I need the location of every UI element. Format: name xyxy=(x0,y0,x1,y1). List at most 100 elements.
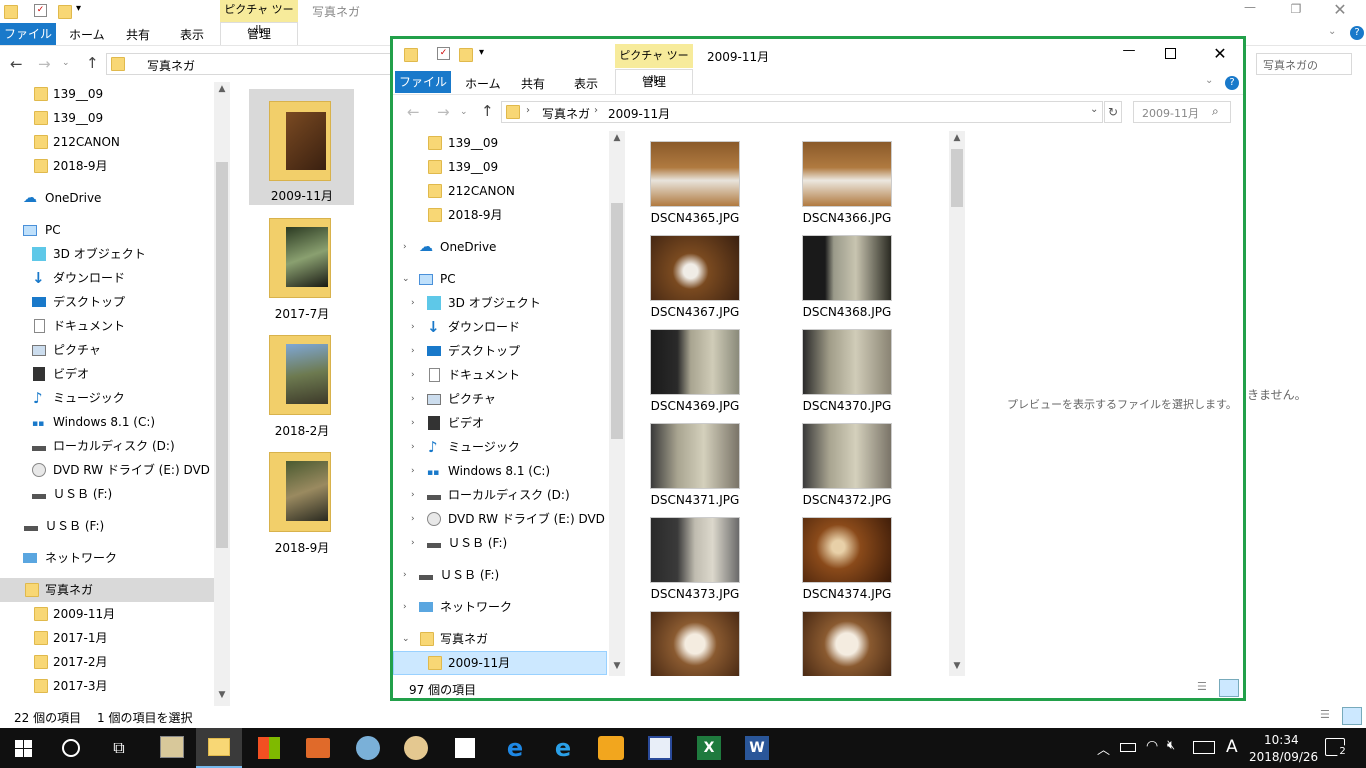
front-tab-home[interactable]: ホーム xyxy=(465,75,501,92)
expand-chevron-icon[interactable]: › xyxy=(411,363,415,387)
file-item[interactable]: DSCN4369.JPG xyxy=(633,319,783,413)
tree-item[interactable]: ▪▪ Windows 8.1 (C:) xyxy=(0,410,214,434)
file-item[interactable]: DSCN4371.JPG xyxy=(633,413,783,507)
back-restore-button[interactable]: ❐ xyxy=(1286,2,1306,22)
expand-chevron-icon[interactable]: › xyxy=(411,291,415,315)
taskbar-paint-icon[interactable] xyxy=(356,736,380,760)
battery-icon[interactable] xyxy=(1120,743,1136,752)
volume-muted-icon[interactable]: 🔇︎ xyxy=(1167,738,1175,753)
front-tab-share[interactable]: 共有 xyxy=(521,75,545,92)
file-item[interactable]: DSCN4368.JPG xyxy=(785,225,935,319)
file-item[interactable]: DSCN4366.JPG xyxy=(785,131,935,225)
tree-item[interactable]: › DVD RW ドライブ (E:) DVD xyxy=(393,507,609,531)
taskbar-ie-icon[interactable]: e xyxy=(551,735,575,761)
file-item[interactable] xyxy=(785,601,935,676)
back-forward-button[interactable]: → xyxy=(38,55,51,73)
back-tree-scrollbar[interactable]: ▲ ▼ xyxy=(214,82,230,706)
expand-chevron-icon[interactable]: › xyxy=(411,507,415,531)
large-icons-view-icon[interactable] xyxy=(1219,679,1239,697)
scroll-down-arrow[interactable]: ▼ xyxy=(949,661,965,671)
tree-item[interactable]: ドキュメント xyxy=(0,314,214,338)
back-back-button[interactable]: ← xyxy=(10,55,23,73)
expand-chevron-icon[interactable]: › xyxy=(411,531,415,555)
file-item[interactable]: DSCN4365.JPG xyxy=(633,131,783,225)
front-refresh-button[interactable]: ↻ xyxy=(1104,101,1122,123)
tree-item-network[interactable]: ネットワーク xyxy=(0,546,214,570)
tree-item[interactable]: ローカルディスク (D:) xyxy=(0,434,214,458)
keyboard-icon[interactable] xyxy=(1193,741,1215,754)
back-tab-share[interactable]: 共有 xyxy=(126,26,150,43)
back-minimize-button[interactable]: — xyxy=(1240,0,1260,22)
expand-chevron-icon[interactable]: › xyxy=(411,387,415,411)
clock-time[interactable]: 10:34 xyxy=(1264,733,1299,747)
details-view-icon[interactable]: ☰ xyxy=(1320,708,1338,724)
front-address-bar[interactable]: › 写真ネガ › 2009-11月 ⌄ xyxy=(501,101,1103,123)
tree-item[interactable]: › ♪ ミュージック xyxy=(393,435,609,459)
tree-item-selected[interactable]: 2009-11月 xyxy=(393,651,607,675)
collapse-chevron-icon[interactable]: ⌄ xyxy=(402,627,410,651)
tree-item[interactable]: ＵＳＢ (F:) xyxy=(0,482,214,506)
new-folder-icon[interactable] xyxy=(459,48,473,62)
back-folder-item[interactable]: 2018-2月 xyxy=(249,325,354,441)
properties-icon[interactable]: ✓ xyxy=(437,47,450,60)
file-item[interactable]: DSCN4367.JPG xyxy=(633,225,783,319)
qat-dropdown-icon[interactable]: ▾ xyxy=(76,3,81,14)
tree-item[interactable]: DVD RW ドライブ (E:) DVD xyxy=(0,458,214,482)
scroll-down-arrow[interactable]: ▼ xyxy=(214,690,230,700)
tree-item[interactable]: 2017-3月 xyxy=(0,674,214,698)
taskbar-toolbox-icon[interactable] xyxy=(306,738,330,758)
file-item[interactable]: DSCN4374.JPG xyxy=(785,507,935,601)
tree-item[interactable]: 3D オブジェクト xyxy=(0,242,214,266)
front-recent-button[interactable]: ⌄ xyxy=(460,107,468,117)
back-help-icon[interactable]: ? xyxy=(1350,26,1364,40)
new-folder-icon[interactable] xyxy=(58,5,72,19)
front-tab-manage[interactable]: 管理 xyxy=(615,69,693,94)
taskbar-excel-icon[interactable]: X xyxy=(697,736,721,760)
taskbar-app-icon[interactable] xyxy=(160,736,184,758)
wifi-icon[interactable]: ◠ xyxy=(1146,738,1158,754)
tree-item[interactable]: ⌄ 写真ネガ xyxy=(393,627,609,651)
front-ribbon-expand-icon[interactable]: ⌄ xyxy=(1205,75,1213,86)
tree-item[interactable]: 2018-9月 xyxy=(393,203,609,227)
tree-item[interactable]: › デスクトップ xyxy=(393,339,609,363)
taskbar-word-icon[interactable]: W xyxy=(745,736,769,760)
file-item[interactable]: DSCN4372.JPG xyxy=(785,413,935,507)
scroll-thumb[interactable] xyxy=(611,203,623,439)
taskbar-palette-icon[interactable] xyxy=(404,736,428,760)
scroll-up-arrow[interactable]: ▲ xyxy=(609,133,625,143)
expand-chevron-icon[interactable]: › xyxy=(411,315,415,339)
front-tab-view[interactable]: 表示 xyxy=(574,75,598,92)
file-item[interactable]: DSCN4373.JPG xyxy=(633,507,783,601)
tree-item-pc[interactable]: ⌄ PC xyxy=(393,267,609,291)
expand-chevron-icon[interactable]: › xyxy=(403,563,407,587)
scroll-thumb[interactable] xyxy=(951,149,963,207)
front-close-button[interactable]: ✕ xyxy=(1209,44,1231,66)
breadcrumb-item[interactable]: 写真ネガ xyxy=(542,105,590,122)
back-search-box[interactable]: 写真ネガの xyxy=(1256,53,1352,75)
expand-chevron-icon[interactable]: › xyxy=(411,435,415,459)
back-recent-button[interactable]: ⌄ xyxy=(62,58,70,68)
file-item[interactable]: DSCN4370.JPG xyxy=(785,319,935,413)
front-search-box[interactable]: 2009-11月 ⌕ xyxy=(1133,101,1231,123)
tree-item[interactable]: › 3D オブジェクト xyxy=(393,291,609,315)
front-up-button[interactable]: ↑ xyxy=(481,102,494,120)
scroll-down-arrow[interactable]: ▼ xyxy=(609,661,625,671)
taskbar-store-icon[interactable] xyxy=(258,737,280,759)
tree-item-onedrive[interactable]: › ☁ OneDrive xyxy=(393,235,609,259)
clock-date[interactable]: 2018/09/26 xyxy=(1249,750,1318,764)
tree-item[interactable]: ♪ ミュージック xyxy=(0,386,214,410)
tree-item[interactable]: › ＵＳＢ (F:) xyxy=(393,563,609,587)
front-help-icon[interactable]: ? xyxy=(1225,76,1239,90)
back-tab-view[interactable]: 表示 xyxy=(180,26,204,43)
tree-item[interactable]: ＵＳＢ (F:) xyxy=(0,514,214,538)
tree-item[interactable]: ピクチャ xyxy=(0,338,214,362)
front-tab-file[interactable]: ファイル xyxy=(395,71,451,93)
front-files-scrollbar[interactable]: ▲ ▼ xyxy=(949,131,965,676)
front-tree-scrollbar[interactable]: ▲ ▼ xyxy=(609,131,625,676)
front-minimize-button[interactable]: — xyxy=(1117,43,1141,65)
back-folder-item[interactable]: 2017-7月 xyxy=(249,208,354,324)
expand-chevron-icon[interactable]: › xyxy=(403,595,407,619)
tree-item-network[interactable]: › ネットワーク xyxy=(393,595,609,619)
expand-chevron-icon[interactable]: › xyxy=(411,483,415,507)
search-button[interactable] xyxy=(62,739,80,757)
